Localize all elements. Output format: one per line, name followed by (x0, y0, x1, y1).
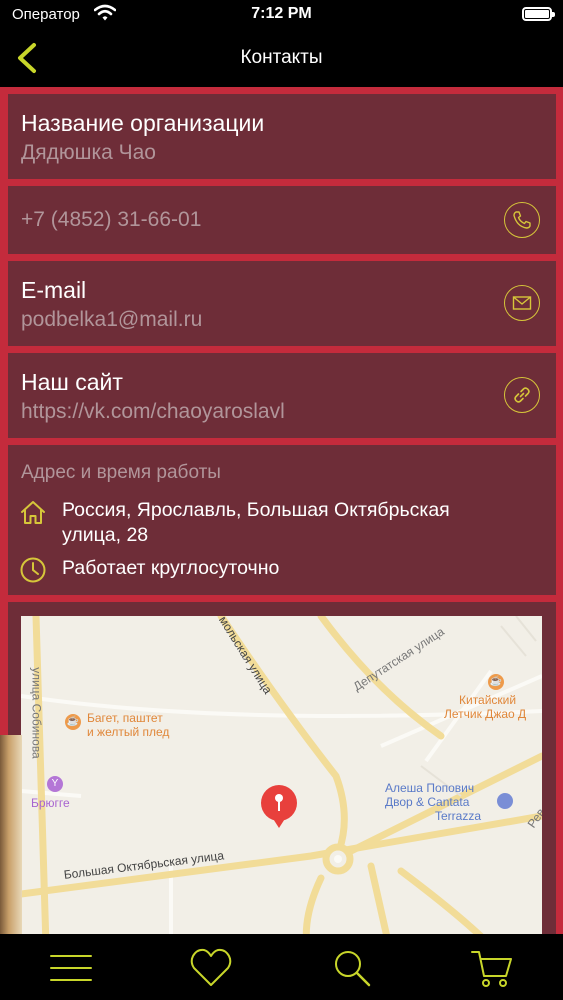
org-value: Дядюшка Чао (21, 141, 156, 164)
poi-baget-line2: и желтый плед (87, 725, 170, 739)
tab-bar (0, 934, 563, 1000)
phone-value[interactable]: +7 (4852) 31-66-01 (21, 208, 201, 232)
poi-brugge: Брюгге (31, 796, 70, 810)
status-bar: Оператор 7:12 PM (0, 0, 563, 30)
phone-call-button[interactable] (504, 202, 540, 238)
hours-row: Работает круглосуточно (19, 556, 546, 584)
tab-favorites[interactable] (189, 946, 233, 990)
org-label: Название организации (21, 110, 265, 136)
cafe-icon-2: ☕ (488, 674, 504, 690)
search-icon (335, 951, 371, 987)
battery-icon (522, 7, 555, 21)
tab-menu[interactable] (49, 946, 93, 990)
link-icon (514, 387, 530, 403)
email-value[interactable]: podbelka1@mail.ru (21, 308, 202, 332)
tab-cart[interactable] (470, 946, 514, 990)
org-card: Название организации Дядюшка Чао (8, 94, 556, 179)
location-pin-icon[interactable] (259, 784, 299, 830)
site-label: Наш сайт (21, 369, 123, 395)
address-row[interactable]: Россия, Ярославль, Большая Октябрьская у… (19, 498, 546, 550)
open-site-button[interactable] (504, 377, 540, 413)
poi-baget-line1: Багет, паштет (87, 711, 163, 725)
phone-icon (513, 211, 531, 229)
address-line1: Россия, Ярославль, Большая Октябрьская (62, 499, 450, 521)
tab-search[interactable] (330, 946, 374, 990)
address-header: Адрес и время работы (21, 462, 221, 483)
map-view[interactable]: Большая Октябрьская улица улица Собинова… (21, 616, 542, 946)
address-line2: улица, 28 (62, 524, 149, 546)
site-value[interactable]: https://vk.com/chaoyaroslavl (21, 400, 285, 424)
menu-icon (50, 955, 92, 981)
cafe-icon: ☕ (65, 714, 81, 730)
email-card[interactable]: E-mail podbelka1@mail.ru (8, 261, 556, 346)
address-card: Адрес и время работы Россия, Ярославль, … (8, 445, 556, 595)
address-text[interactable]: Россия, Ярославль, Большая Октябрьская у… (62, 498, 450, 548)
status-time: 7:12 PM (251, 5, 312, 22)
mail-icon (512, 296, 532, 310)
hours-text: Работает круглосуточно (62, 557, 280, 579)
poi-kitay-line1: Китайский (459, 693, 517, 707)
clock-icon (20, 557, 46, 583)
site-card[interactable]: Наш сайт https://vk.com/chaoyaroslavl (8, 353, 556, 438)
poi-kitay-line2: Летчик Джао Д (444, 707, 527, 721)
street-label-sobinova: улица Собинова (29, 667, 44, 759)
email-label: E-mail (21, 277, 87, 303)
heart-icon (190, 948, 232, 986)
nav-bar: Контакты (0, 30, 563, 87)
poi-alesha-line2: Двор & Cantata (385, 795, 470, 809)
poi-alesha-line1: Алеша Попович (385, 781, 475, 795)
page-title: Контакты (240, 47, 323, 68)
food-photo (0, 735, 22, 934)
poi-alesha-line3: Terrazza (435, 809, 482, 823)
map-card: Большая Октябрьская улица улица Собинова… (8, 602, 556, 946)
cart-icon (471, 951, 512, 987)
hotel-icon (497, 793, 513, 809)
home-icon (21, 501, 45, 524)
phone-card[interactable]: +7 (4852) 31-66-01 (8, 186, 556, 254)
bar-icon: Y (47, 776, 63, 792)
send-email-button[interactable] (504, 285, 540, 321)
